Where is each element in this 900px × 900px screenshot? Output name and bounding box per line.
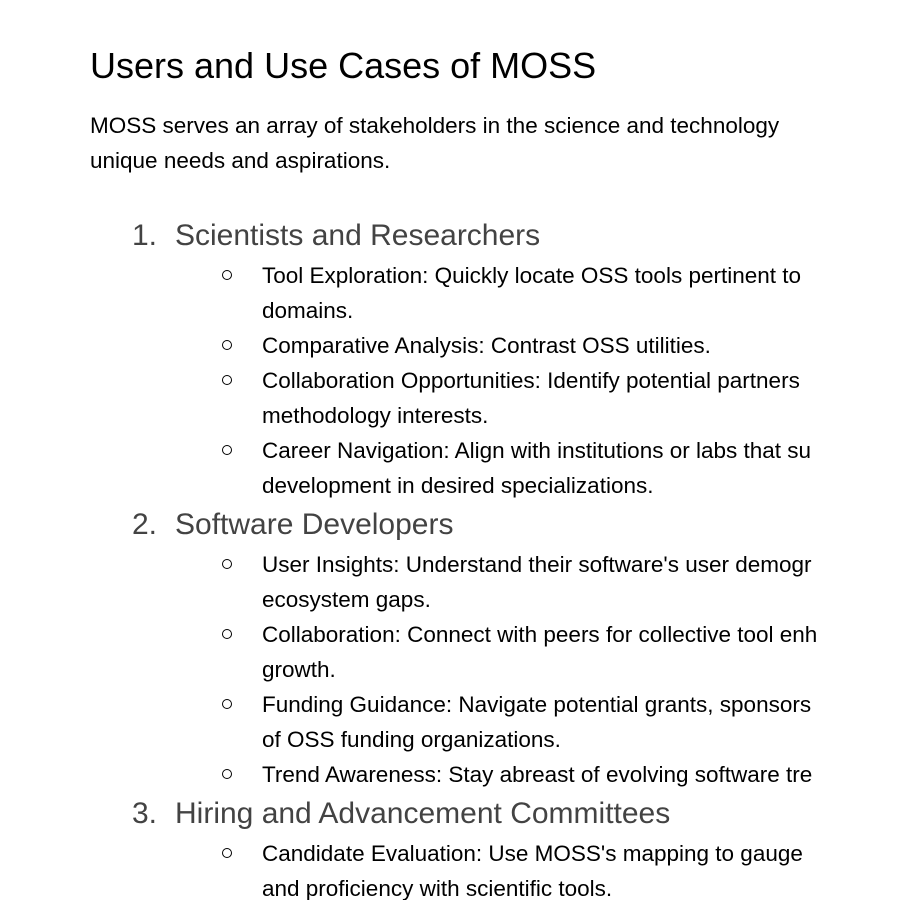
section-number: 3. [132,797,158,830]
item-line: Candidate Evaluation: Use MOSS's mapping… [262,841,803,866]
section-title: Scientists and Researchers [175,219,541,252]
list-item: User Insights: Understand their software… [90,547,900,617]
bullet-list: User Insights: Understand their software… [90,547,900,792]
hollow-circle-bullet-icon [222,328,234,363]
intro-line: unique needs and aspirations. [90,148,391,173]
hollow-circle-bullet-icon [222,757,234,792]
item-line: growth. [262,657,336,682]
section-heading: 3. Hiring and Advancement Committees [90,792,900,836]
hollow-circle-bullet-icon [222,258,234,293]
item-line: of OSS funding organizations. [262,727,561,752]
list-item: Career Navigation: Align with institutio… [90,433,900,503]
item-line: Collaboration: Connect with peers for co… [262,622,818,647]
item-line: and proficiency with scientific tools. [262,876,613,900]
list-item: Trend Awareness: Stay abreast of evolvin… [90,757,900,792]
item-line: ecosystem gaps. [262,587,431,612]
document-title: Users and Use Cases of MOSS [90,45,597,86]
section-number: 1. [132,219,158,252]
list-item: Comparative Analysis: Contrast OSS utili… [90,328,900,363]
item-line: Collaboration Opportunities: Identify po… [262,368,800,393]
section-heading: 2. Software Developers [90,503,900,547]
item-line: Career Navigation: Align with institutio… [262,438,812,463]
section-number: 2. [132,508,158,541]
list-item: Funding Guidance: Navigate potential gra… [90,687,900,757]
item-line: Tool Exploration: Quickly locate OSS too… [262,263,802,288]
list-item: Candidate Evaluation: Use MOSS's mapping… [90,836,900,900]
sections-list: 1. Scientists and Researchers Tool Explo… [90,214,900,900]
item-line: development in desired specializations. [262,473,654,498]
item-line: methodology interests. [262,403,489,428]
list-item: Collaboration: Connect with peers for co… [90,617,900,687]
hollow-circle-bullet-icon [222,687,234,722]
section-title: Software Developers [175,508,454,541]
item-line: Trend Awareness: Stay abreast of evolvin… [262,762,813,787]
section-heading: 1. Scientists and Researchers [90,214,900,258]
section-committees: 3. Hiring and Advancement Committees Can… [90,792,900,900]
hollow-circle-bullet-icon [222,617,234,652]
intro-line: MOSS serves an array of stakeholders in … [90,113,780,138]
hollow-circle-bullet-icon [222,363,234,398]
section-scientists: 1. Scientists and Researchers Tool Explo… [90,214,900,503]
bullet-list: Tool Exploration: Quickly locate OSS too… [90,258,900,503]
item-line: domains. [262,298,354,323]
list-item: Tool Exploration: Quickly locate OSS too… [90,258,900,328]
bullet-list: Candidate Evaluation: Use MOSS's mapping… [90,836,900,900]
item-line: Funding Guidance: Navigate potential gra… [262,692,812,717]
hollow-circle-bullet-icon [222,433,234,468]
hollow-circle-bullet-icon [222,836,234,871]
section-title: Hiring and Advancement Committees [175,797,671,830]
item-line: User Insights: Understand their software… [262,552,812,577]
list-item: Collaboration Opportunities: Identify po… [90,363,900,433]
hollow-circle-bullet-icon [222,547,234,582]
item-line: Comparative Analysis: Contrast OSS utili… [262,333,711,358]
intro-paragraph: MOSS serves an array of stakeholders in … [90,108,900,178]
section-developers: 2. Software Developers User Insights: Un… [90,503,900,792]
